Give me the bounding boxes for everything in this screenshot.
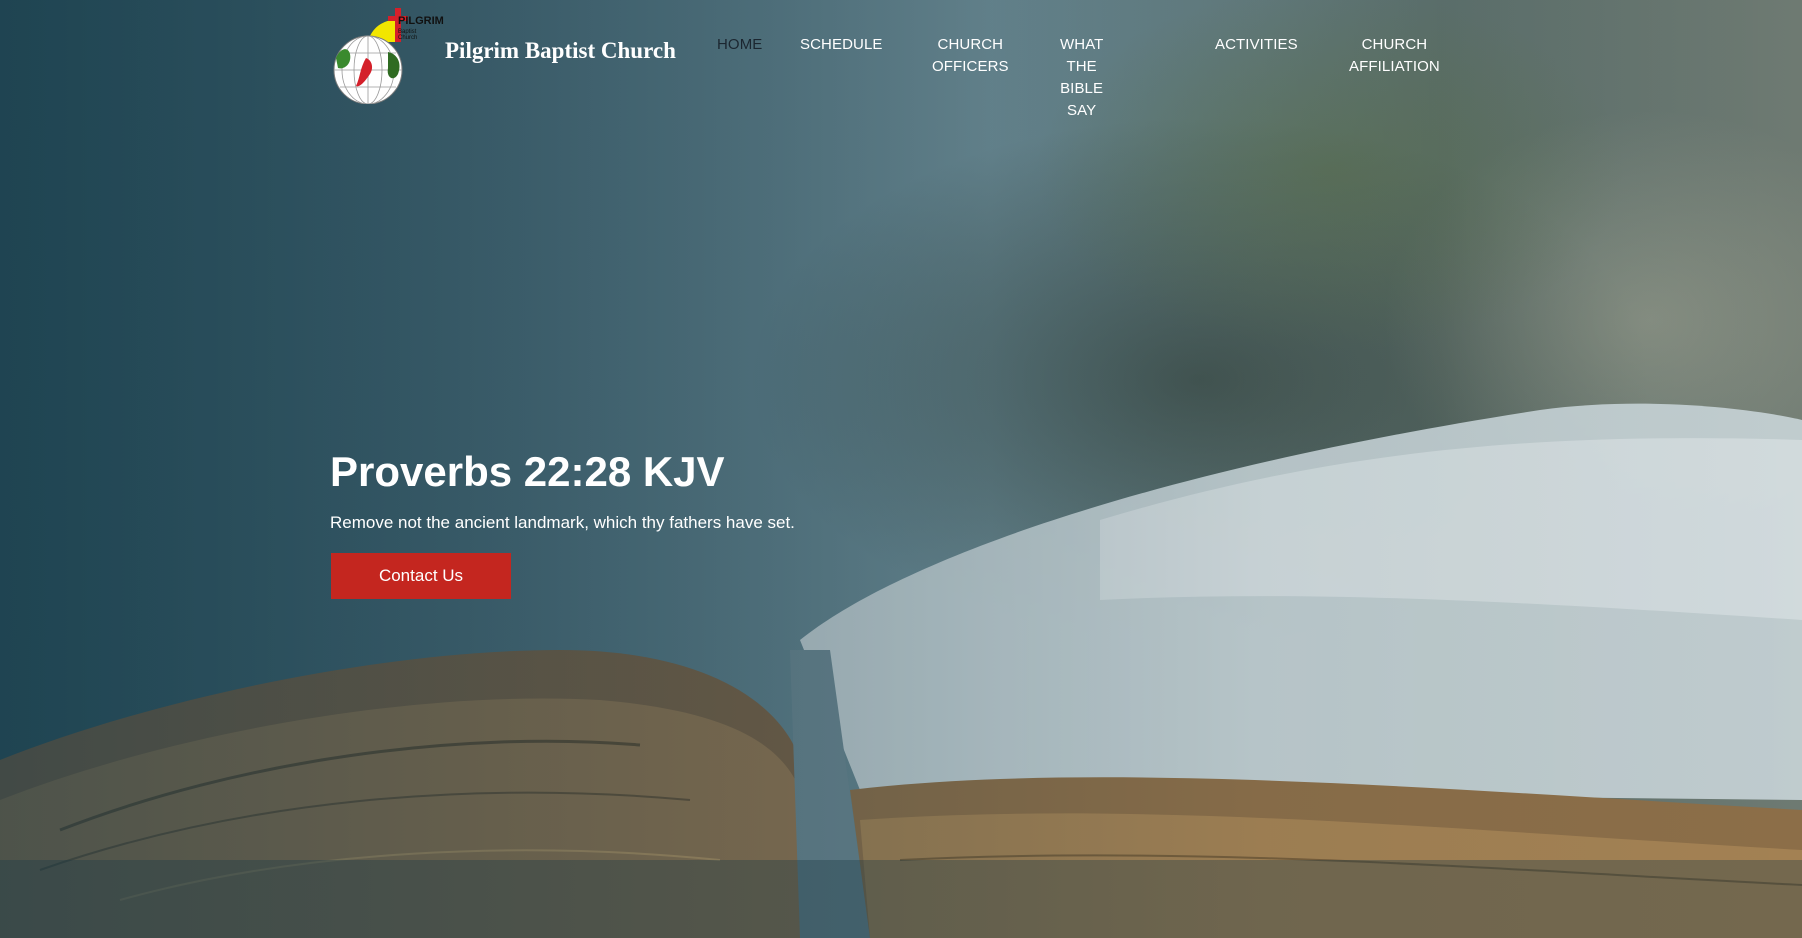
logo-line-3: Church	[398, 35, 418, 41]
nav-activities[interactable]: ACTIVITIES	[1215, 34, 1298, 56]
nav-schedule[interactable]: SCHEDULE	[800, 34, 883, 56]
verse-title: Proverbs 22:28 KJV	[330, 448, 725, 495]
nav-home[interactable]: HOME	[717, 34, 762, 56]
logo-line-1: PILGRIM	[398, 15, 444, 27]
hero-overlay	[0, 0, 1802, 938]
logo-wordmark: PILGRIM Baptist Church	[398, 15, 444, 42]
nav-bible-line-1: WHAT THE BIBLE	[1060, 36, 1104, 97]
hero-background	[0, 0, 1802, 938]
nav-church-affiliation[interactable]: CHURCH AFFILIATION	[1349, 34, 1440, 78]
nav-affiliation-line-2: AFFILIATION	[1349, 58, 1440, 75]
nav-church-officers-line-1: CHURCH	[937, 36, 1004, 53]
nav-what-the-bible-say[interactable]: WHAT THE BIBLE SAY	[1060, 34, 1103, 122]
nav-church-officers[interactable]: CHURCH OFFICERS	[932, 34, 1009, 78]
contact-us-button[interactable]: Contact Us	[331, 553, 511, 599]
site-name[interactable]: Pilgrim Baptist Church	[445, 38, 676, 64]
nav-church-officers-line-2: OFFICERS	[932, 58, 1009, 75]
nav-affiliation-line-1: CHURCH	[1361, 36, 1428, 53]
nav-bible-line-2: SAY	[1066, 102, 1097, 119]
verse-text: Remove not the ancient landmark, which t…	[330, 513, 795, 532]
